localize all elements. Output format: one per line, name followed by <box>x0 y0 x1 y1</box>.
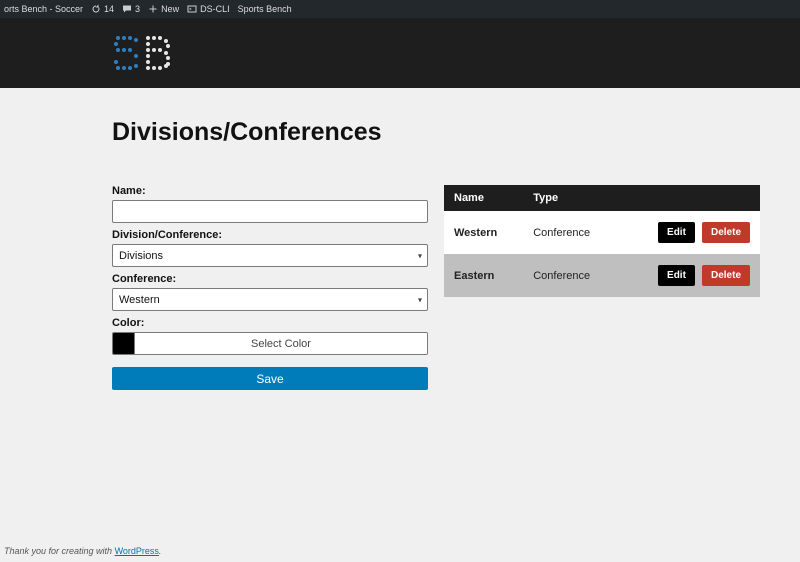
adminbar-updates[interactable]: 14 <box>91 4 114 14</box>
refresh-icon <box>91 4 101 14</box>
divisions-table: Name Type Western Conference Edit Delete <box>444 185 760 297</box>
edit-button[interactable]: Edit <box>658 222 695 243</box>
th-name: Name <box>444 185 523 211</box>
adminbar-dscli[interactable]: DS-CLI <box>187 4 230 14</box>
th-actions <box>620 185 760 211</box>
wordpress-link[interactable]: WordPress <box>115 546 159 556</box>
delete-button[interactable]: Delete <box>702 265 750 286</box>
adminbar-comments[interactable]: 3 <box>122 4 140 14</box>
content-row: Name: Division/Conference: Divisions ▾ C… <box>112 185 800 390</box>
adminbar-updates-count: 14 <box>104 4 114 14</box>
plus-icon <box>148 4 158 14</box>
adminbar-sportsbench-label: Sports Bench <box>238 4 292 14</box>
sports-bench-logo <box>112 34 172 72</box>
cell-name: Eastern <box>444 254 523 297</box>
adminbar-sportsbench[interactable]: Sports Bench <box>238 4 292 14</box>
wp-footer: Thank you for creating with WordPress. <box>4 546 161 556</box>
color-swatch[interactable] <box>113 333 135 354</box>
cell-type: Conference <box>523 254 619 297</box>
table-row: Western Conference Edit Delete <box>444 211 760 254</box>
name-label: Name: <box>112 185 428 197</box>
adminbar-comments-count: 3 <box>135 4 140 14</box>
conference-label: Conference: <box>112 273 428 285</box>
divconf-select[interactable]: Divisions <box>112 244 428 267</box>
page-title: Divisions/Conferences <box>112 118 800 147</box>
terminal-icon <box>187 4 197 14</box>
division-form: Name: Division/Conference: Divisions ▾ C… <box>112 185 428 390</box>
table-row: Eastern Conference Edit Delete <box>444 254 760 297</box>
logo-s-icon <box>112 34 140 72</box>
select-color-button[interactable]: Select Color <box>135 333 427 354</box>
divconf-label: Division/Conference: <box>112 229 428 241</box>
cell-type: Conference <box>523 211 619 254</box>
name-input[interactable] <box>112 200 428 223</box>
th-type: Type <box>523 185 619 211</box>
footer-dot: . <box>159 546 162 556</box>
main-content: Divisions/Conferences Name: Division/Con… <box>0 88 800 542</box>
delete-button[interactable]: Delete <box>702 222 750 243</box>
adminbar-new[interactable]: New <box>148 4 179 14</box>
logo-b-icon <box>144 34 172 72</box>
adminbar-site-name: orts Bench - Soccer <box>4 4 83 14</box>
adminbar-dscli-label: DS-CLI <box>200 4 230 14</box>
edit-button[interactable]: Edit <box>658 265 695 286</box>
conference-select[interactable]: Western <box>112 288 428 311</box>
cell-name: Western <box>444 211 523 254</box>
adminbar-new-label: New <box>161 4 179 14</box>
wp-admin-bar: orts Bench - Soccer 14 3 New DS-CLI Spor… <box>0 0 800 18</box>
save-button[interactable]: Save <box>112 367 428 390</box>
comment-icon <box>122 4 132 14</box>
divisions-table-wrap: Name Type Western Conference Edit Delete <box>444 185 760 297</box>
footer-thanks: Thank you for creating with <box>4 546 115 556</box>
color-label: Color: <box>112 317 428 329</box>
adminbar-site-link[interactable]: orts Bench - Soccer <box>4 4 83 14</box>
app-header <box>0 18 800 88</box>
